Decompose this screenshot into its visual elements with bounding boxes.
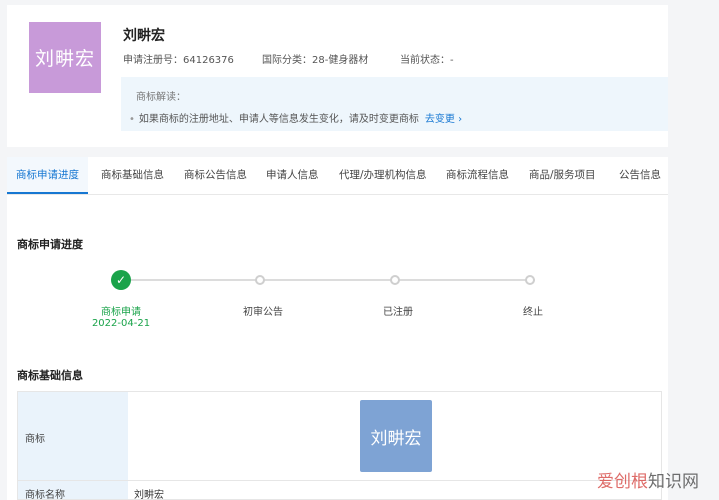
step-label-applied: 商标申请 <box>101 307 141 318</box>
row-divider <box>18 480 661 481</box>
notice-text-row: • 如果商标的注册地址、申请人等信息发生变化，请及时变更商标 去变更 › <box>129 110 462 125</box>
basic-info-table: 商标 刘畊宏 商标名称 刘畊宏 <box>17 391 662 500</box>
tab-basic-info[interactable]: 商标基础信息 <box>101 157 164 194</box>
step-label-registered: 已注册 <box>383 307 413 318</box>
main-content: 商标申请进度 ✓ 商标申请 2022-04-21 初审公告 已注册 终止 商标基… <box>7 195 668 500</box>
trademark-logo: 刘畊宏 <box>29 22 101 93</box>
tab-applicant-info[interactable]: 申请人信息 <box>266 157 319 194</box>
label-column <box>18 392 128 499</box>
progress-track <box>123 279 535 281</box>
tab-agency-info[interactable]: 代理/办理机构信息 <box>339 157 427 194</box>
trademark-name-value: 刘畊宏 <box>134 490 164 500</box>
trademark-name: 刘畊宏 <box>123 28 165 44</box>
tab-process-info[interactable]: 商标流程信息 <box>446 157 509 194</box>
trademark-image: 刘畊宏 <box>360 400 432 472</box>
trademark-header-card: 刘畊宏 刘畊宏 申请注册号：64126376 国际分类：28-健身器材 当前状态… <box>7 5 668 147</box>
notice-title: 商标解读： <box>136 92 186 103</box>
basic-info-section-title: 商标基础信息 <box>17 369 83 382</box>
step-label-terminated: 终止 <box>523 307 543 318</box>
step-node-4 <box>525 275 535 285</box>
international-class: 国际分类：28-健身器材 <box>262 55 369 66</box>
tab-announcement-info[interactable]: 商标公告信息 <box>184 157 247 194</box>
tab-goods-services[interactable]: 商品/服务项目 <box>529 157 596 194</box>
change-link[interactable]: 去变更 › <box>425 114 462 125</box>
site-watermark: 爱创根知识网 <box>597 472 699 492</box>
current-status: 当前状态：- <box>400 55 454 66</box>
step-label-preliminary: 初审公告 <box>243 307 283 318</box>
trademark-notice: 商标解读： • 如果商标的注册地址、申请人等信息发生变化，请及时变更商标 去变更 › <box>121 77 668 131</box>
notice-text: 如果商标的注册地址、申请人等信息发生变化，请及时变更商标 <box>138 114 419 125</box>
info-tabs: 商标申请进度 商标基础信息 商标公告信息 申请人信息 代理/办理机构信息 商标流… <box>7 157 668 195</box>
step-node-2 <box>255 275 265 285</box>
check-icon: ✓ <box>111 270 131 290</box>
step-node-3 <box>390 275 400 285</box>
trademark-name-label: 商标名称 <box>25 490 65 500</box>
step-date-applied: 2022-04-21 <box>91 318 151 329</box>
bullet-icon: • <box>129 114 135 125</box>
progress-section-title: 商标申请进度 <box>17 238 83 251</box>
tab-gazette-info[interactable]: 公告信息 <box>619 157 661 194</box>
tab-application-progress[interactable]: 商标申请进度 <box>7 157 88 194</box>
registration-number: 申请注册号：64126376 <box>123 55 234 66</box>
trademark-row-label: 商标 <box>25 434 45 445</box>
